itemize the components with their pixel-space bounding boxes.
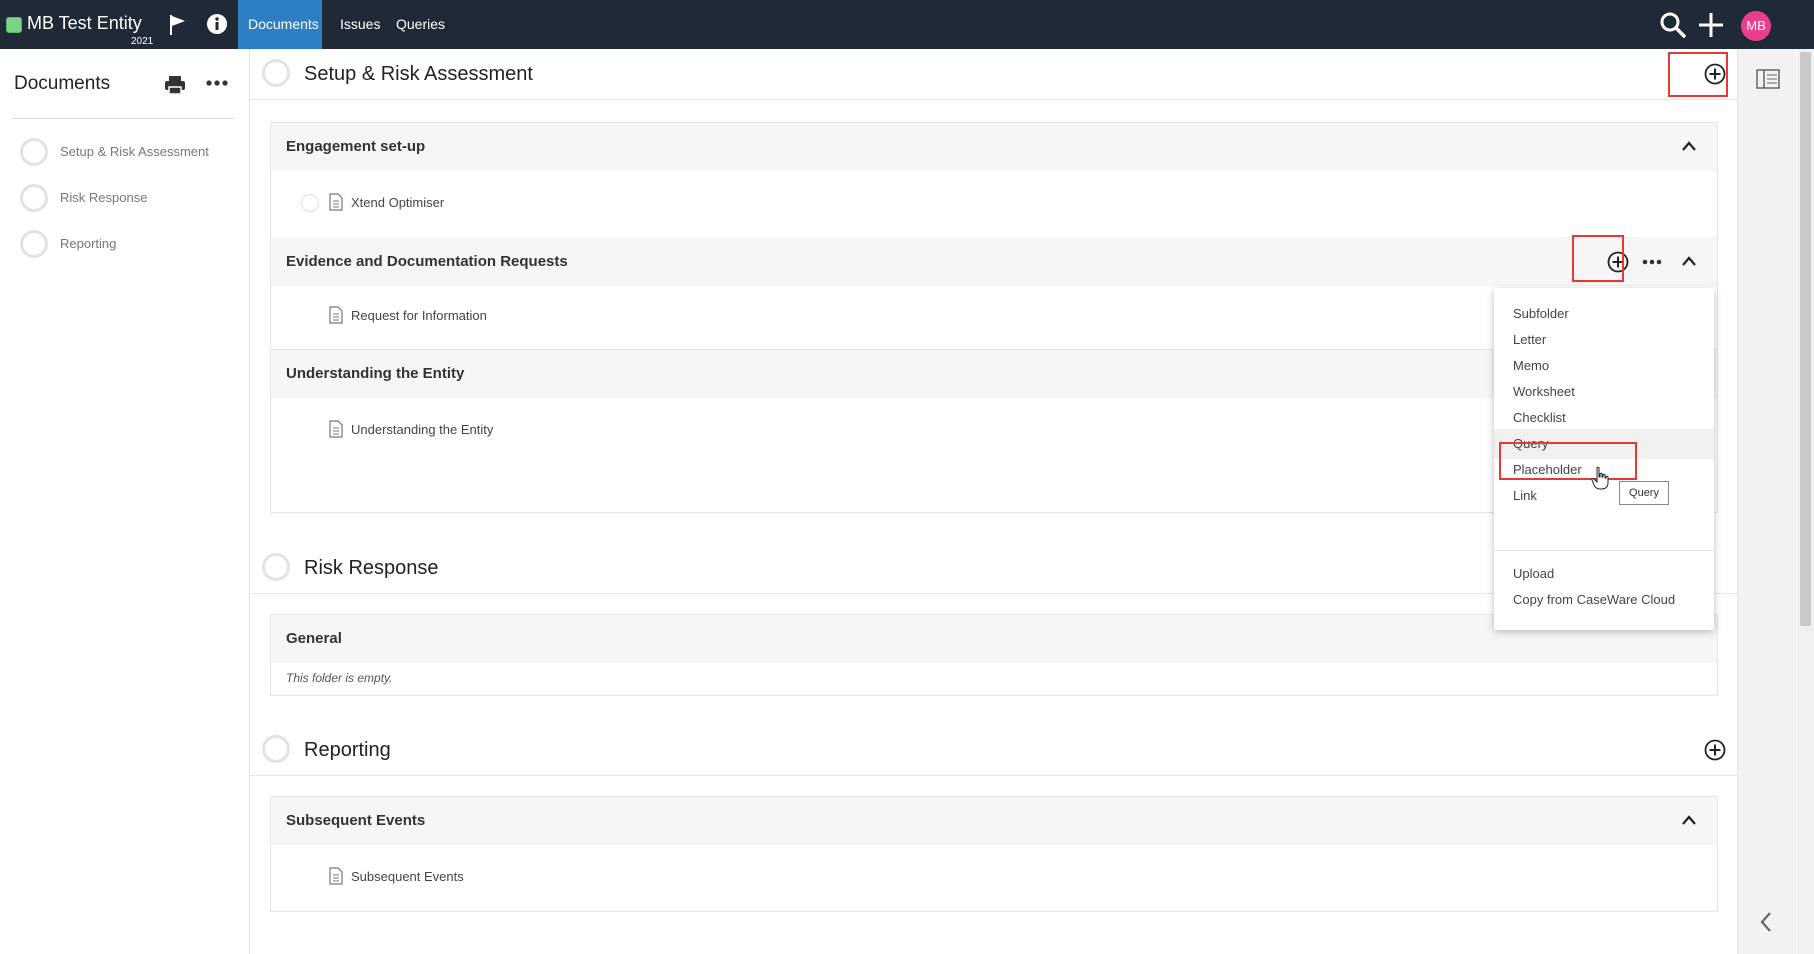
folder-header-evidence-documentation-requests[interactable]: Evidence and Documentation Requests: [271, 235, 1717, 286]
chevron-up-icon[interactable]: [1681, 254, 1697, 268]
progress-ring-icon: [20, 138, 48, 166]
tab-documents[interactable]: Documents: [238, 0, 322, 49]
plus-icon[interactable]: [1698, 12, 1724, 38]
document-icon: [329, 306, 343, 324]
more-options-icon[interactable]: [205, 76, 229, 90]
document-row[interactable]: Xtend Optimiser: [301, 191, 501, 217]
section-title[interactable]: Setup & Risk Assessment: [304, 63, 533, 86]
section-title[interactable]: Risk Response: [304, 557, 439, 580]
folder-title: Engagement set-up: [286, 138, 426, 155]
sidebar-divider: [12, 118, 235, 119]
chevron-up-icon[interactable]: [1681, 813, 1697, 827]
document-label: Xtend Optimiser: [351, 195, 445, 210]
progress-ring-icon: [20, 230, 48, 258]
sidebar: Documents Setup & Risk Assessment Risk R…: [0, 49, 250, 954]
menu-divider: [1494, 550, 1714, 551]
highlight-box: [1572, 235, 1624, 282]
entity-status-icon: [6, 17, 22, 33]
document-label: Understanding the Entity: [351, 422, 494, 437]
highlight-box: [1668, 52, 1728, 97]
more-options-icon[interactable]: [1641, 255, 1663, 267]
document-row[interactable]: Subsequent Events: [329, 865, 569, 891]
document-icon: [329, 867, 343, 885]
folder-title: General: [286, 630, 342, 647]
document-icon: [329, 420, 343, 438]
progress-ring-icon: [262, 553, 290, 581]
section-header-setup-risk-assessment: Setup & Risk Assessment: [250, 49, 1737, 100]
document-row[interactable]: Understanding the Entity: [329, 418, 589, 444]
status-circle-icon[interactable]: [301, 194, 319, 212]
tab-issues[interactable]: Issues: [330, 0, 390, 49]
entity-year: 2021: [131, 36, 154, 47]
progress-ring-icon: [20, 184, 48, 212]
section-header-reporting: Reporting: [250, 725, 1737, 776]
chevron-left-icon[interactable]: [1758, 911, 1774, 933]
flag-icon[interactable]: [168, 14, 188, 36]
folder-title: Evidence and Documentation Requests: [286, 253, 568, 270]
avatar[interactable]: MB: [1741, 11, 1771, 41]
search-icon[interactable]: [1660, 12, 1686, 38]
document-label: Subsequent Events: [351, 869, 464, 884]
sidebar-item-label: Reporting: [60, 236, 117, 251]
document-row[interactable]: Request for Information: [329, 304, 569, 330]
section-title[interactable]: Reporting: [304, 739, 391, 762]
folder-header-subsequent-events[interactable]: Subsequent Events: [271, 797, 1717, 845]
hand-cursor-icon: [1591, 466, 1609, 490]
folder-header-engagement-set-up[interactable]: Engagement set-up: [271, 123, 1717, 171]
add-item-menu: Subfolder Letter Memo Worksheet Checklis…: [1494, 288, 1714, 630]
tooltip: Query: [1619, 481, 1669, 505]
progress-ring-icon: [262, 59, 290, 87]
chevron-up-icon[interactable]: [1681, 139, 1697, 153]
panel-toggle-icon[interactable]: [1756, 67, 1780, 91]
print-icon[interactable]: [164, 75, 186, 95]
info-icon[interactable]: [206, 13, 228, 35]
folder-title: Subsequent Events: [286, 812, 426, 829]
right-panel-rail: [1737, 49, 1796, 954]
tab-queries[interactable]: Queries: [386, 0, 455, 49]
scrollbar-thumb[interactable]: [1800, 52, 1811, 626]
document-icon: [329, 193, 343, 211]
section-card-reporting: Subsequent Events Subsequent Events: [270, 796, 1718, 912]
menu-item-copy-from-caseware-cloud[interactable]: Copy from CaseWare Cloud: [1494, 585, 1714, 615]
entity-name[interactable]: MB Test Entity: [27, 13, 142, 34]
highlight-box: [1499, 442, 1637, 480]
progress-ring-icon: [262, 735, 290, 763]
top-bar: MB Test Entity 2021 Documents Issues Que…: [0, 0, 1814, 49]
add-circle-icon[interactable]: [1704, 739, 1726, 761]
sidebar-item-label: Risk Response: [60, 190, 148, 205]
empty-folder-text: This folder is empty.: [286, 671, 393, 685]
sidebar-item-label: Setup & Risk Assessment: [60, 144, 209, 159]
sidebar-title: Documents: [14, 73, 111, 94]
document-label: Request for Information: [351, 308, 487, 323]
folder-title: Understanding the Entity: [286, 365, 465, 382]
